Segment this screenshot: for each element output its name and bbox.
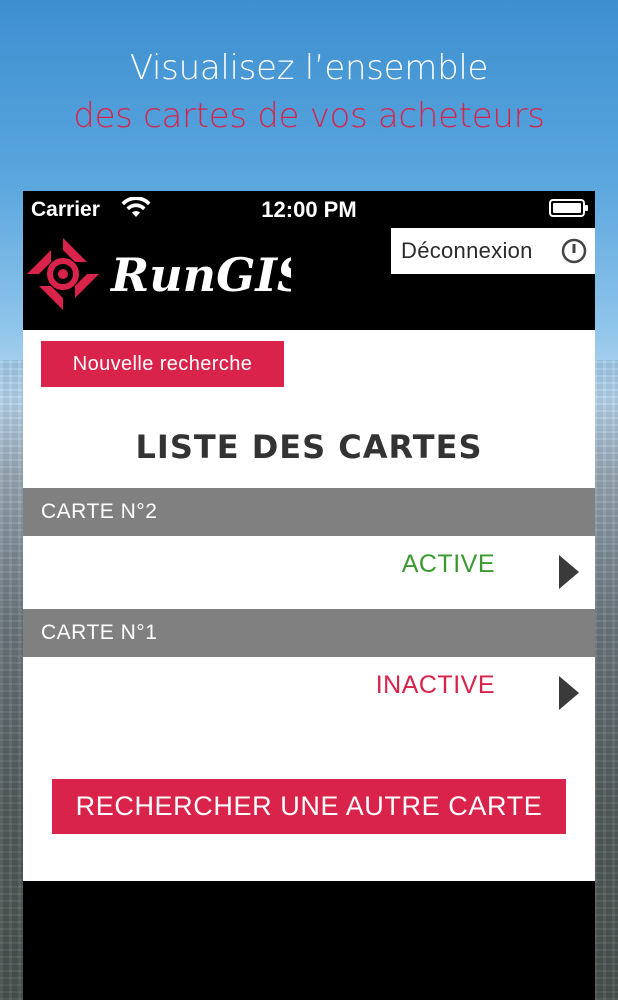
status-bar: Carrier 12:00 PM — [23, 191, 595, 227]
phone-screen: Carrier 12:00 PM RunGIS Déconnexion Nouv… — [23, 191, 595, 1000]
chevron-right-icon — [559, 676, 579, 710]
logout-button[interactable]: Déconnexion — [391, 228, 595, 274]
app-header: RunGIS Déconnexion — [23, 227, 595, 330]
status-badge: ACTIVE — [401, 550, 495, 578]
status-badge: INACTIVE — [375, 671, 495, 699]
new-search-button[interactable]: Nouvelle recherche — [41, 341, 284, 387]
card-row-1[interactable]: INACTIVE — [23, 657, 595, 730]
promo-line-1: Visualisez l’ensemble — [129, 48, 489, 88]
rungis-logo: RunGIS — [27, 238, 291, 310]
logout-label: Déconnexion — [401, 238, 533, 263]
battery-icon — [549, 199, 588, 217]
promo-line-2: des cartes de vos acheteurs — [73, 96, 545, 136]
svg-text:RunGIS: RunGIS — [109, 248, 291, 302]
card-header-2: CARTE N°2 — [23, 488, 595, 536]
card-row-2[interactable]: ACTIVE — [23, 536, 595, 609]
cards-content: Nouvelle recherche LISTE DES CARTES CART… — [23, 330, 595, 881]
search-other-card-button[interactable]: RECHERCHER UNE AUTRE CARTE — [52, 779, 566, 834]
clock: 12:00 PM — [261, 197, 357, 222]
chevron-right-icon — [559, 555, 579, 589]
power-icon — [561, 238, 587, 264]
card-header-1: CARTE N°1 — [23, 609, 595, 657]
page-title: LISTE DES CARTES — [135, 428, 483, 466]
